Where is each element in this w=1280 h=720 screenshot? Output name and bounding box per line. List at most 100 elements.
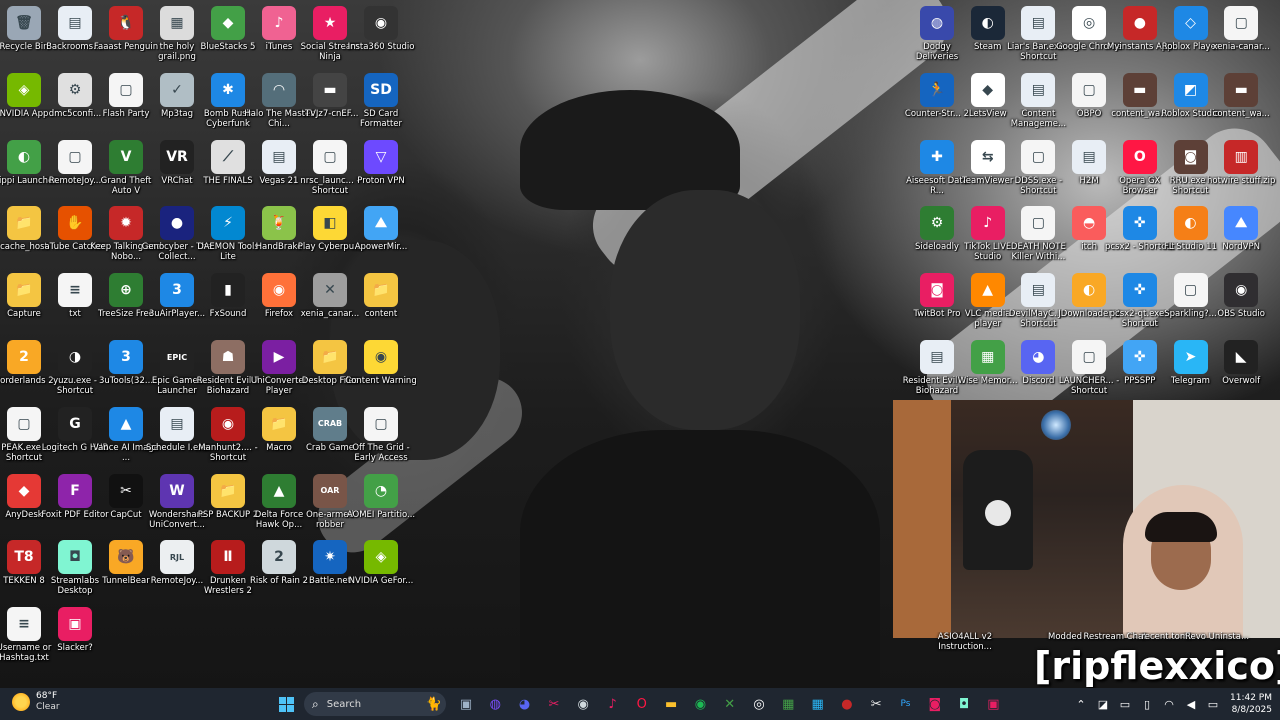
- pcsx2-icon: ✜: [1122, 206, 1157, 241]
- atube-icon: ✋: [58, 206, 92, 241]
- opera-gx-taskbar-icon[interactable]: O: [632, 694, 652, 714]
- image-file-icon: ▦: [160, 6, 194, 40]
- taskbar-search[interactable]: ⌕ Search 🐈: [304, 692, 446, 716]
- sideloadly-icon: ⚙: [920, 206, 954, 241]
- text-file-icon: ≡: [7, 607, 41, 642]
- desktop-icon[interactable]: ⛰ NordVPN: [1205, 202, 1277, 268]
- tiktok-taskbar-icon[interactable]: ♪: [603, 694, 623, 714]
- desktop-icon[interactable]: 📁 content: [345, 269, 417, 335]
- desktop-icon[interactable]: ▣ Slacker?: [39, 603, 111, 669]
- wifi-icon[interactable]: ◠: [1161, 696, 1177, 712]
- desktop-icon-label: Revo Uninsta...: [1184, 632, 1250, 642]
- taskbar: 68°F Clear ⌕ Search 🐈 ▣ ◍ ◕ ✂ ◉ ♪ O ▬ ◉ ✕ ◎ ▦ ▦ ● ✂ Ps ◙…: [0, 688, 1280, 720]
- desktop-icon[interactable]: ASIO4ALL v2 Instruction...: [929, 630, 1001, 660]
- desktop-icon[interactable]: ▢ xenia-canar...: [1205, 2, 1277, 68]
- chevron-up-icon[interactable]: ⌃: [1073, 696, 1089, 712]
- ninja-icon: ★: [313, 6, 347, 40]
- sd-card-icon: SD: [364, 72, 398, 107]
- app-taskbar-icon-3[interactable]: ▣: [983, 694, 1003, 714]
- streamlabs-taskbar-icon[interactable]: ◘: [954, 694, 974, 714]
- clock[interactable]: 11:42 PM 8/8/2025: [1230, 692, 1272, 716]
- shortcut-file-icon: ▤: [1021, 72, 1056, 107]
- game-icon: ✱: [211, 72, 245, 107]
- chrome-taskbar-icon[interactable]: ◎: [749, 694, 769, 714]
- folder-icon: 📁: [262, 406, 296, 441]
- windows-logo-icon: [286, 704, 294, 712]
- photoshop-icon[interactable]: Ps: [896, 694, 916, 714]
- blank-file-icon: ▢: [313, 139, 347, 174]
- discord-icon: ◕: [1021, 340, 1056, 374]
- myinstants-icon: ●: [1122, 6, 1157, 40]
- desktop-icon[interactable]: ◉ Content Warning: [345, 336, 417, 402]
- clock-time: 11:42 PM: [1230, 693, 1272, 703]
- mp3tag-icon: ✓: [160, 72, 194, 107]
- slacker-icon: ▣: [58, 607, 92, 642]
- task-view-icon[interactable]: ▣: [456, 694, 476, 714]
- nvidia-icon: ◈: [7, 72, 41, 107]
- obs-icon: ◉: [1224, 273, 1259, 308]
- desktop-icon-label: Insta360 Studio: [347, 42, 415, 52]
- desktop-icon[interactable]: ◈ NVIDIA GeFor...: [345, 536, 417, 602]
- battery-icon[interactable]: ▭: [1205, 696, 1221, 712]
- start-button[interactable]: [278, 696, 294, 712]
- windows-logo-icon: [286, 696, 294, 704]
- winrar-icon: ▥: [1224, 139, 1259, 174]
- desktop-icon-label: content_wa...: [1212, 108, 1270, 119]
- weather-widget[interactable]: 68°F Clear: [12, 691, 60, 713]
- spotify-icon[interactable]: ◉: [690, 694, 710, 714]
- epic-icon: EPIC: [160, 340, 194, 374]
- app-taskbar-icon-2[interactable]: ▦: [808, 694, 828, 714]
- desktop-icon[interactable]: ⛰ ApowerMir...: [345, 202, 417, 268]
- dodgy-icon: ◍: [920, 6, 954, 40]
- search-icon: ⌕: [312, 696, 319, 711]
- recycle-bin-icon: 🗑: [7, 6, 41, 40]
- desktop-icon[interactable]: ▬ content_wa...: [1205, 69, 1277, 135]
- desktop-icon[interactable]: ▥ hotwire stuff.zip: [1205, 136, 1277, 202]
- proton-vpn-icon: ▽: [364, 139, 398, 174]
- tunnelbear-icon: 🐻: [109, 540, 143, 575]
- blank-file-icon: ▢: [1173, 273, 1208, 308]
- search-highlight-icon: 🐈: [425, 696, 442, 712]
- twitbot-taskbar-icon[interactable]: ◙: [925, 694, 945, 714]
- twitbot-icon: ◙: [920, 273, 954, 308]
- myinstants-taskbar-icon[interactable]: ●: [837, 694, 857, 714]
- aomei-icon: ◔: [364, 473, 398, 508]
- video-file-icon: ▬: [1122, 72, 1157, 107]
- capcut-icon: ✂: [109, 473, 143, 508]
- snipping-tool-icon[interactable]: ✂: [544, 694, 564, 714]
- shortcut-file-icon: ▤: [160, 406, 194, 441]
- desktop-icon[interactable]: ◔ AOMEI Partitio...: [345, 470, 417, 536]
- desktop-icon[interactable]: ◉ OBS Studio: [1205, 269, 1277, 335]
- desktop-icon[interactable]: ◣ Overwolf: [1205, 336, 1277, 402]
- desktop-icon[interactable]: ▢ Off The Grid - Early Access: [345, 403, 417, 469]
- app-tray-icon[interactable]: ▯: [1139, 696, 1155, 712]
- desktop-icon[interactable]: ▽ Proton VPN: [345, 136, 417, 202]
- robber-icon: OAR: [313, 473, 347, 508]
- discord-taskbar-icon[interactable]: ◕: [515, 694, 535, 714]
- speaker-icon[interactable]: ◀: [1183, 696, 1199, 712]
- desktop-icon[interactable]: ◉ Insta360 Studio: [345, 2, 417, 68]
- geforce-icon: ◈: [364, 540, 398, 575]
- clock-date: 8/8/2025: [1231, 705, 1272, 715]
- webcam-door: [893, 400, 951, 638]
- handbrake-icon: 🍹: [262, 206, 296, 241]
- weather-sun-icon: [12, 693, 30, 711]
- folder-icon: 📁: [313, 340, 347, 374]
- jdownloader-icon: ◐: [1072, 273, 1107, 308]
- webcam-overlay: [893, 400, 1280, 638]
- xbox-icon[interactable]: ✕: [720, 694, 740, 714]
- folder-icon: 📁: [364, 273, 398, 308]
- windows-logo-icon: [278, 696, 286, 704]
- daemon-icon: ⚡: [211, 206, 245, 241]
- obs-taskbar-icon[interactable]: ◉: [573, 694, 593, 714]
- app-tray-icon[interactable]: ▭: [1117, 696, 1133, 712]
- webcam-lamp: [1041, 410, 1071, 440]
- desktop-icon[interactable]: SD SD Card Formatter: [345, 69, 417, 135]
- blank-file-icon: ▢: [58, 139, 92, 174]
- capcut-taskbar-icon[interactable]: ✂: [866, 694, 886, 714]
- app-tray-icon[interactable]: ◪: [1095, 696, 1111, 712]
- app-taskbar-icon-1[interactable]: ▦: [778, 694, 798, 714]
- file-explorer-icon[interactable]: ▬: [661, 694, 681, 714]
- insta360-icon: ◉: [364, 6, 398, 40]
- copilot-icon[interactable]: ◍: [485, 694, 505, 714]
